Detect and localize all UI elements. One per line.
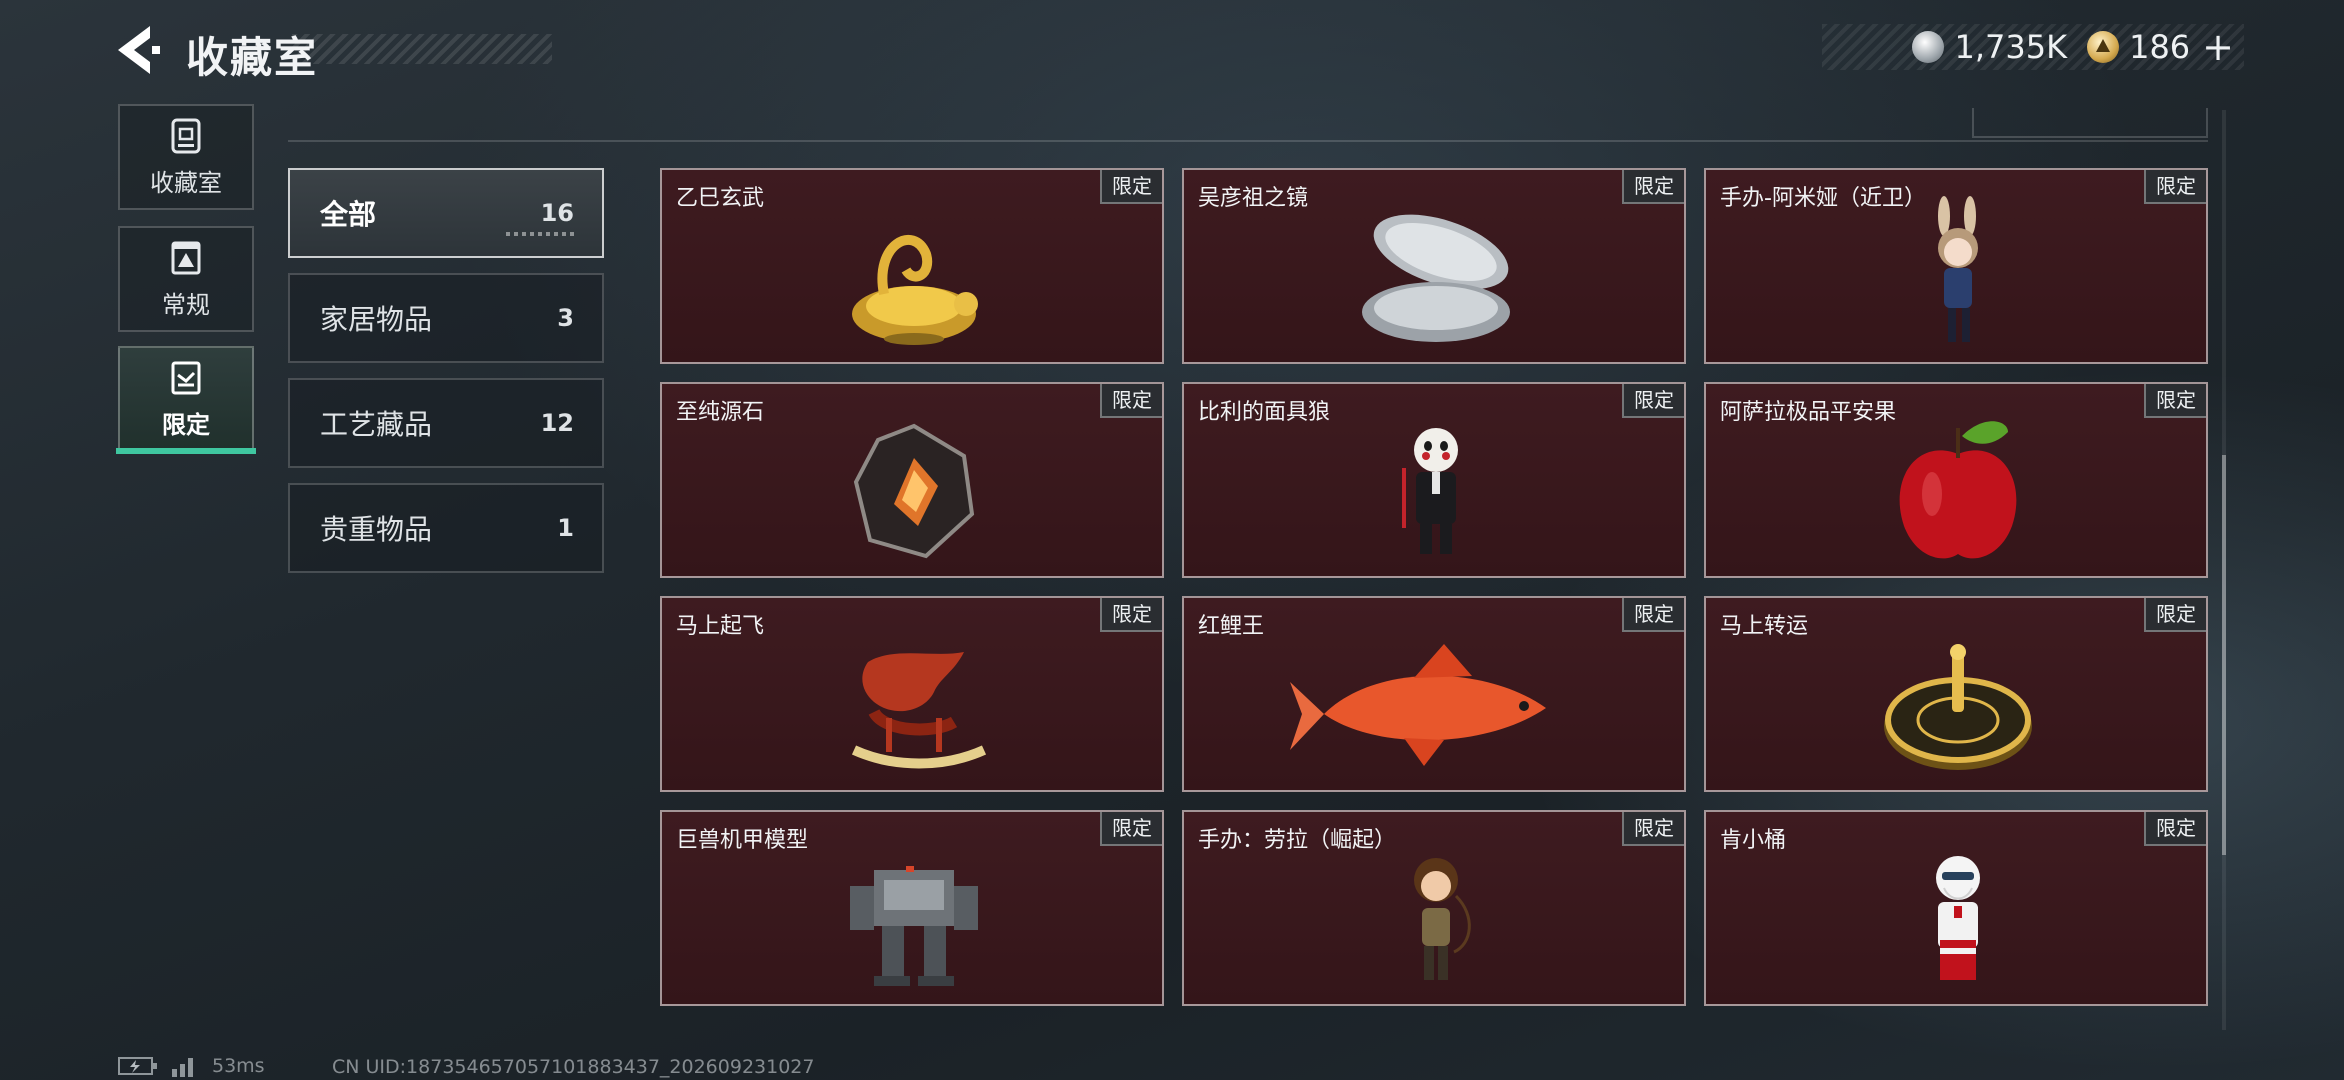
nav-active-indicator	[116, 448, 256, 454]
limited-badge: 限定	[2144, 598, 2206, 632]
item-name: 吴彦祖之镜	[1198, 186, 1309, 211]
status-footer: 53ms	[118, 1054, 265, 1078]
bunny-girl-figure-icon	[1938, 196, 1978, 342]
nav-item-collection-room[interactable]: 收藏室	[118, 104, 254, 210]
item-card[interactable]: 手办-阿米娅（近卫） 限定	[1704, 168, 2208, 364]
limited-badge: 限定	[2144, 170, 2206, 204]
item-name: 乙巳玄武	[676, 186, 765, 211]
page-title: 收藏室	[186, 33, 319, 82]
item-name: 肯小桶	[1720, 828, 1787, 853]
top-bar: 收藏室 1,735K 186 +	[0, 0, 2344, 96]
red-carp-icon	[1290, 644, 1546, 766]
gold-coin-icon	[2087, 31, 2120, 63]
content-divider	[288, 140, 2208, 142]
ping-value: 53ms	[212, 1055, 265, 1077]
silver-amount: 1,735K	[1954, 28, 2068, 66]
regular-items-icon	[171, 241, 201, 274]
item-card[interactable]: 比利的面具狼 限定	[1182, 382, 1686, 578]
item-name: 红鲤王	[1198, 614, 1265, 639]
item-card[interactable]: 乙巳玄武 限定	[660, 168, 1164, 364]
limited-badge: 限定	[1100, 598, 1162, 632]
limited-badge: 限定	[1622, 598, 1684, 632]
limited-badge: 限定	[1622, 170, 1684, 204]
sort-dropdown-stub[interactable]	[1972, 108, 2208, 138]
category-label: 全部	[320, 198, 377, 231]
billy-puppet-icon	[1402, 428, 1458, 554]
scrollbar-thumb[interactable]	[2222, 455, 2226, 855]
limited-badge: 限定	[1100, 170, 1162, 204]
nav-item-regular[interactable]: 常规	[118, 226, 254, 332]
item-card[interactable]: 手办：劳拉（崛起） 限定	[1182, 810, 1686, 1006]
lara-figure-icon	[1414, 858, 1471, 980]
limited-items-icon	[171, 361, 201, 394]
nav-item-limited[interactable]: 限定	[118, 346, 254, 452]
item-name: 马上转运	[1720, 614, 1809, 639]
category-label: 工艺藏品	[320, 408, 433, 441]
gold-amount: 186	[2129, 28, 2191, 66]
page-title-wrap: 收藏室	[182, 20, 552, 82]
add-currency-button[interactable]: +	[2202, 25, 2234, 69]
item-name: 巨兽机甲模型	[676, 828, 809, 853]
item-card[interactable]: 吴彦祖之镜 限定	[1182, 168, 1686, 364]
compact-mirror-icon	[1362, 214, 1510, 342]
signal-icon	[172, 1058, 193, 1077]
mech-model-icon	[850, 866, 978, 986]
item-card[interactable]: 红鲤王 限定	[1182, 596, 1686, 792]
battery-icon	[118, 1057, 157, 1075]
back-button[interactable]	[112, 20, 164, 80]
item-card[interactable]: 巨兽机甲模型 限定	[660, 810, 1164, 1006]
collection-room-icon	[171, 118, 201, 153]
nav-label: 限定	[162, 410, 210, 439]
golden-compass-icon	[1884, 644, 2032, 770]
item-card[interactable]: 肯小桶 限定	[1704, 810, 2208, 1006]
back-arrow-icon	[118, 26, 160, 74]
silver-coin-icon	[1912, 31, 1945, 63]
nav-label: 收藏室	[150, 168, 222, 197]
item-name: 马上起飞	[676, 614, 765, 639]
category-count: 3	[557, 304, 574, 332]
limited-badge: 限定	[1100, 812, 1162, 846]
currency-gold[interactable]: 186 +	[2087, 25, 2234, 69]
item-card[interactable]: 至纯源石 限定	[660, 382, 1164, 578]
item-card[interactable]: 阿萨拉极品平安果 限定	[1704, 382, 2208, 578]
category-valuables[interactable]: 贵重物品 1	[288, 483, 604, 573]
category-count: 16	[540, 199, 574, 227]
red-apple-icon	[1899, 421, 2017, 559]
category-active-stripe	[506, 232, 576, 236]
limited-badge: 限定	[2144, 384, 2206, 418]
item-name: 比利的面具狼	[1198, 400, 1331, 425]
item-card[interactable]: 马上起飞 限定	[660, 596, 1164, 792]
category-count: 12	[540, 409, 574, 437]
originium-crystal-icon	[853, 423, 975, 559]
colonel-figure-icon	[1936, 856, 1980, 980]
currency-bar: 1,735K 186 +	[1822, 24, 2244, 70]
currency-silver: 1,735K	[1912, 28, 2067, 66]
limited-badge: 限定	[1622, 812, 1684, 846]
item-card[interactable]: 马上转运 限定	[1704, 596, 2208, 792]
limited-badge: 限定	[1622, 384, 1684, 418]
category-all[interactable]: 全部 16	[288, 168, 604, 258]
title-stripe	[292, 34, 552, 64]
limited-badge: 限定	[1100, 384, 1162, 418]
category-label: 贵重物品	[320, 513, 433, 546]
category-craft[interactable]: 工艺藏品 12	[288, 378, 604, 468]
item-name: 至纯源石	[676, 400, 765, 425]
category-home[interactable]: 家居物品 3	[288, 273, 604, 363]
category-label: 家居物品	[320, 303, 433, 336]
category-count: 1	[557, 514, 574, 542]
uid-text: CN UID:18735465705710188343​7_2026092310…	[332, 1056, 815, 1078]
golden-dragon-turtle-icon	[852, 234, 978, 345]
rocking-horse-icon	[851, 652, 987, 769]
nav-label: 常规	[162, 290, 210, 319]
limited-badge: 限定	[2144, 812, 2206, 846]
